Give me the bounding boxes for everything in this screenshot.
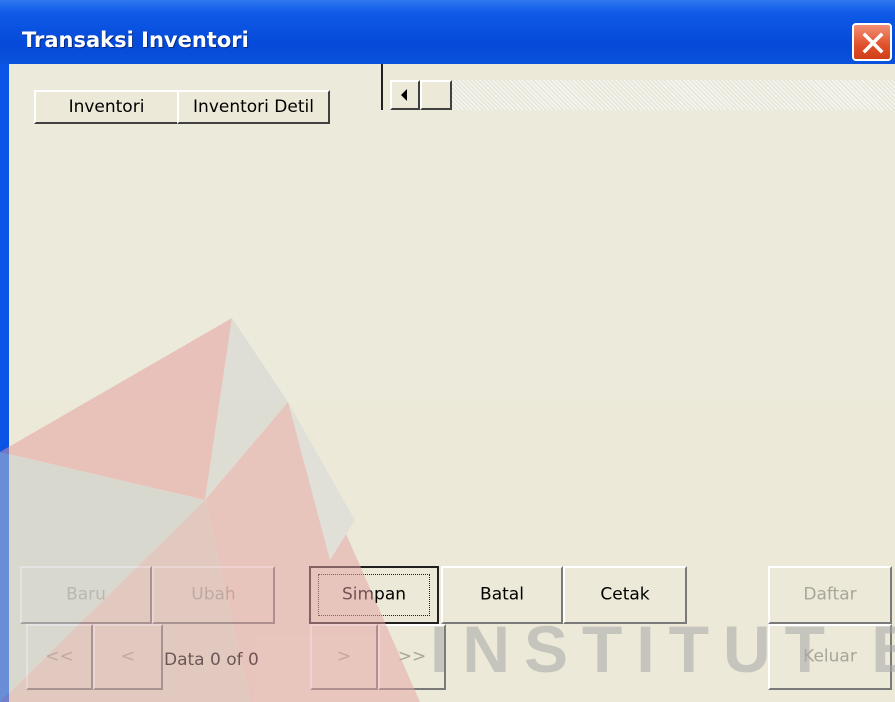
tab-inventori-detil[interactable]: Inventori Detil [177, 90, 330, 124]
first-record-label: << [45, 646, 74, 667]
ubah-label: Ubah [191, 584, 236, 605]
next-record-button[interactable]: > [310, 624, 378, 690]
batal-button[interactable]: Batal [441, 566, 563, 624]
form-client-area: Inventori Inventori Detil Baru Ubah Simp… [9, 64, 895, 702]
tab-divider [381, 64, 383, 110]
ubah-button[interactable]: Ubah [152, 566, 275, 624]
first-record-button[interactable]: << [26, 624, 93, 690]
batal-label: Batal [480, 584, 524, 605]
next-record-label: > [336, 646, 352, 667]
keluar-label: Keluar [803, 646, 857, 667]
simpan-label: Simpan [341, 584, 407, 605]
close-icon [862, 32, 884, 54]
close-button[interactable] [852, 23, 892, 61]
scroll-track[interactable] [452, 80, 895, 110]
keluar-button[interactable]: Keluar [768, 624, 892, 690]
last-record-label: >> [397, 646, 427, 667]
previous-record-label: < [120, 646, 136, 667]
record-position-label: Data 0 of 0 [164, 650, 259, 670]
arrow-left-icon [401, 89, 407, 101]
previous-record-button[interactable]: < [93, 624, 163, 690]
baru-label: Baru [66, 584, 106, 605]
last-record-button[interactable]: >> [378, 624, 446, 690]
simpan-button[interactable]: Simpan [309, 566, 439, 624]
daftar-label: Daftar [803, 584, 857, 605]
cetak-label: Cetak [600, 584, 650, 605]
tab-inventori[interactable]: Inventori [34, 90, 179, 124]
application-window: Transaksi Inventori Inventori Inventori … [0, 0, 895, 702]
baru-button[interactable]: Baru [20, 566, 152, 624]
window-title: Transaksi Inventori [22, 28, 249, 52]
title-bar[interactable]: Transaksi Inventori [0, 0, 895, 64]
scroll-thumb[interactable] [420, 80, 452, 110]
daftar-button[interactable]: Daftar [768, 566, 892, 624]
cetak-button[interactable]: Cetak [563, 566, 687, 624]
scroll-left-button[interactable] [390, 80, 420, 110]
